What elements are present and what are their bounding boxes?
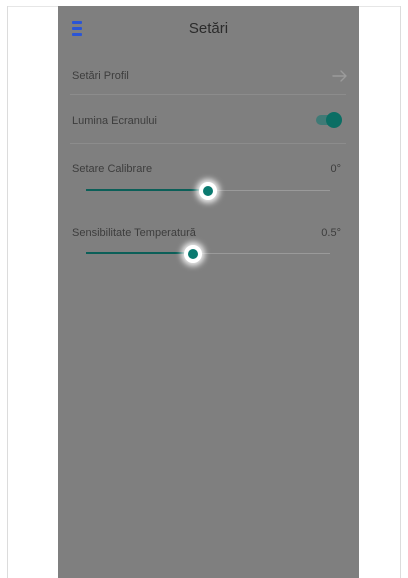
divider [70,143,346,144]
slider-thumb[interactable] [203,186,213,196]
sensitivity-label: Sensibilitate Temperatură [72,227,196,239]
calibration-value: 0° [330,163,341,175]
settings-screen: Setări Setări Profil Lumina Ecranului Se… [58,6,359,578]
slider-fill [86,189,208,191]
sensitivity-slider[interactable] [86,244,330,264]
calibration-label: Setare Calibrare [72,163,153,175]
toggle-knob [326,112,342,128]
profile-settings-label[interactable]: Setări Profil [72,70,129,82]
screen-light-toggle[interactable] [314,112,342,128]
frame-border-right [400,6,401,578]
calibration-slider[interactable] [86,181,330,201]
frame-border-left [7,6,8,578]
arrow-right-icon[interactable] [332,69,348,83]
page-title: Setări [188,20,229,37]
slider-fill [86,252,194,254]
sensitivity-value: 0.5° [321,227,341,239]
screen-light-label: Lumina Ecranului [72,115,157,127]
divider [70,94,346,95]
